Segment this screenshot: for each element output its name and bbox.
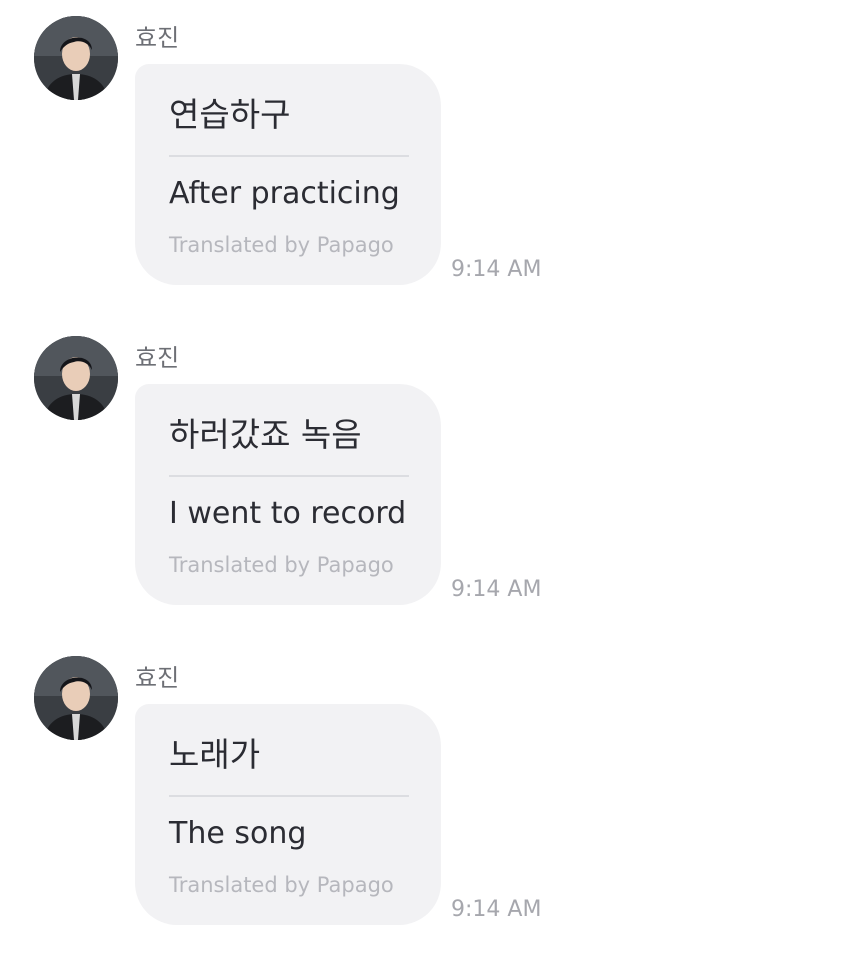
translated-text: The song [169, 816, 307, 851]
avatar-image [34, 16, 118, 100]
divider [169, 795, 409, 797]
sender-avatar[interactable] [34, 16, 118, 100]
divider [169, 155, 409, 157]
sender-avatar[interactable] [34, 336, 118, 420]
avatar-image [34, 336, 118, 420]
translated-text: After practicing [169, 176, 400, 211]
timestamp: 9:14 AM [451, 897, 542, 922]
chat-message: 효진 노래가 The song Translated by Papago 9:1… [0, 640, 864, 960]
avatar-image [34, 656, 118, 740]
original-text: 노래가 [169, 735, 261, 774]
sender-avatar[interactable] [34, 656, 118, 740]
original-text: 하러갔죠 녹음 [169, 415, 362, 454]
translated-text: I went to record [169, 496, 407, 531]
original-text: 연습하구 [169, 95, 291, 134]
timestamp: 9:14 AM [451, 257, 542, 282]
timestamp: 9:14 AM [451, 577, 542, 602]
sender-name: 효진 [135, 664, 180, 692]
translation-credit: Translated by Papago [169, 553, 394, 577]
translation-credit: Translated by Papago [169, 233, 394, 257]
sender-name: 효진 [135, 344, 180, 372]
sender-name: 효진 [135, 24, 180, 52]
message-bubble[interactable]: 연습하구 After practicing Translated by Papa… [135, 64, 441, 285]
divider [169, 475, 409, 477]
message-bubble[interactable]: 노래가 The song Translated by Papago [135, 704, 441, 925]
translation-credit: Translated by Papago [169, 873, 394, 897]
chat-message: 효진 하러갔죠 녹음 I went to record Translated b… [0, 320, 864, 640]
message-bubble[interactable]: 하러갔죠 녹음 I went to record Translated by P… [135, 384, 441, 605]
chat-message: 효진 연습하구 After practicing Translated by P… [0, 0, 864, 320]
